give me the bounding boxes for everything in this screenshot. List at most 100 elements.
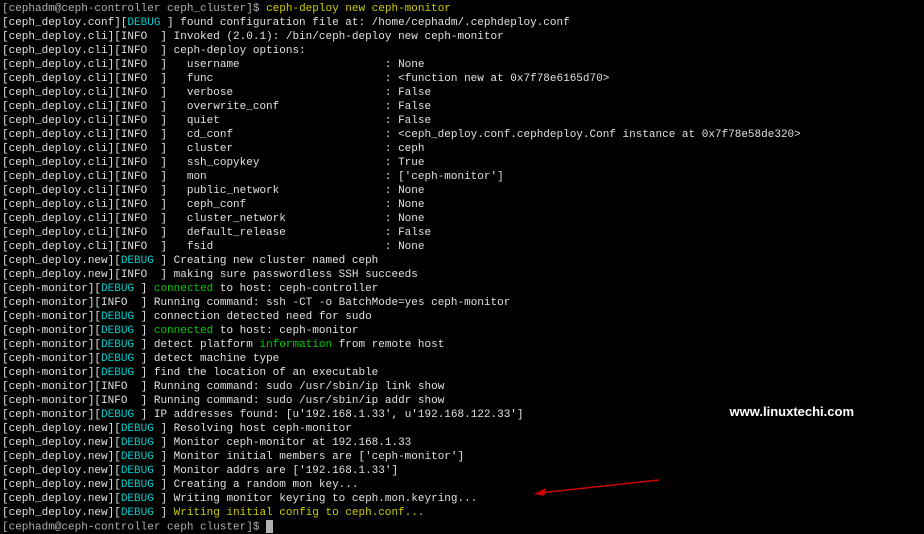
shell-prompt: [cephadm@ceph-controller ceph cluster]$ <box>2 521 259 533</box>
log-prefix: [ceph_deploy.cli][ <box>2 199 121 211</box>
log-level: INFO <box>101 395 127 407</box>
log-message: ] Running command: ssh -CT -o BatchMode=… <box>127 297 510 309</box>
log-message: from remote host <box>332 339 444 351</box>
log-prefix: [ceph-monitor][ <box>2 409 101 421</box>
log-level: DEBUG <box>101 311 134 323</box>
watermark-text: www.linuxtechi.com <box>730 405 854 419</box>
log-message: ] found configuration file at: /home/cep… <box>160 17 569 29</box>
log-line: [ceph-monitor][DEBUG ] find the location… <box>2 366 922 380</box>
log-line: [ceph_deploy.cli][INFO ] cd_conf : <ceph… <box>2 128 922 142</box>
log-message: ] IP addresses found: [u'192.168.1.33', … <box>134 409 523 421</box>
log-level: INFO <box>101 381 127 393</box>
log-message: ] quiet : False <box>147 115 431 127</box>
log-line: [ceph_deploy.cli][INFO ] ssh_copykey : T… <box>2 156 922 170</box>
log-message: ] mon : ['ceph-monitor'] <box>147 171 503 183</box>
shell-prompt: [cephadm@ceph-controller ceph_cluster]$ <box>2 3 259 15</box>
log-level: DEBUG <box>101 409 134 421</box>
log-level: INFO <box>121 227 147 239</box>
log-level: INFO <box>121 241 147 253</box>
log-line: [ceph_deploy.new][DEBUG ] Writing monito… <box>2 492 922 506</box>
log-line: [ceph_deploy.cli][INFO ] fsid : None <box>2 240 922 254</box>
log-line: [ceph_deploy.new][DEBUG ] Monitor initia… <box>2 450 922 464</box>
log-level: INFO <box>101 297 127 309</box>
log-prefix: [ceph_deploy.cli][ <box>2 171 121 183</box>
log-level: INFO <box>121 199 147 211</box>
log-line: [ceph_deploy.new][DEBUG ] Creating new c… <box>2 254 922 268</box>
log-line: [ceph_deploy.cli][INFO ] cluster : ceph <box>2 142 922 156</box>
log-prefix: [ceph_deploy.new][ <box>2 423 121 435</box>
log-message: ] Monitor initial members are ['ceph-mon… <box>154 451 464 463</box>
log-message: ] cluster_network : None <box>147 213 424 225</box>
log-line: [ceph_deploy.conf][DEBUG ] found configu… <box>2 16 922 30</box>
log-line: [ceph-monitor][DEBUG ] connected to host… <box>2 324 922 338</box>
log-level: INFO <box>121 157 147 169</box>
prompt-line-2[interactable]: [cephadm@ceph-controller ceph cluster]$ <box>2 520 922 534</box>
log-message: ] Creating a random mon key... <box>154 479 359 491</box>
log-prefix: [ceph-monitor][ <box>2 381 101 393</box>
log-prefix: [ceph_deploy.new][ <box>2 269 121 281</box>
log-message: ] Monitor addrs are ['192.168.1.33'] <box>154 465 398 477</box>
log-level: DEBUG <box>121 437 154 449</box>
log-level: DEBUG <box>101 367 134 379</box>
log-prefix: [ceph_deploy.cli][ <box>2 143 121 155</box>
log-message: ] making sure passwordless SSH succeeds <box>147 269 418 281</box>
log-prefix: [ceph-monitor][ <box>2 353 101 365</box>
log-level: DEBUG <box>121 479 154 491</box>
log-level: DEBUG <box>121 507 154 519</box>
log-message: ] Running command: sudo /usr/sbin/ip lin… <box>127 381 444 393</box>
log-message: to host: ceph-controller <box>213 283 378 295</box>
log-message: ] overwrite_conf : False <box>147 101 431 113</box>
log-prefix: [ceph_deploy.cli][ <box>2 157 121 169</box>
log-line: [ceph_deploy.cli][INFO ] public_network … <box>2 184 922 198</box>
log-message: ] ssh_copykey : True <box>147 157 424 169</box>
log-prefix: [ceph_deploy.new][ <box>2 451 121 463</box>
log-level: INFO <box>121 143 147 155</box>
log-line: [ceph_deploy.cli][INFO ] default_release… <box>2 226 922 240</box>
log-level: DEBUG <box>121 465 154 477</box>
log-line: [ceph-monitor][DEBUG ] detect machine ty… <box>2 352 922 366</box>
log-level: DEBUG <box>101 353 134 365</box>
log-line: [ceph-monitor][DEBUG ] connected to host… <box>2 282 922 296</box>
log-prefix: [ceph_deploy.conf][ <box>2 17 127 29</box>
log-line: [ceph_deploy.cli][INFO ] ceph_conf : Non… <box>2 198 922 212</box>
log-message: ] public_network : None <box>147 185 424 197</box>
log-line: [ceph_deploy.new][DEBUG ] Creating a ran… <box>2 478 922 492</box>
log-message: ] connection detected need for sudo <box>134 311 372 323</box>
log-message: ] Running command: sudo /usr/sbin/ip add… <box>127 395 444 407</box>
log-message: ] cluster : ceph <box>147 143 424 155</box>
log-level: INFO <box>121 87 147 99</box>
log-message: ] username : None <box>147 59 424 71</box>
log-level: INFO <box>121 129 147 141</box>
log-prefix: [ceph_deploy.cli][ <box>2 101 121 113</box>
log-message: ] fsid : None <box>147 241 424 253</box>
log-message: ] verbose : False <box>147 87 431 99</box>
arrow-annotation <box>534 478 664 498</box>
log-line: [ceph_deploy.cli][INFO ] username : None <box>2 58 922 72</box>
log-line: [ceph-monitor][INFO ] Running command: s… <box>2 296 922 310</box>
log-level: INFO <box>121 101 147 113</box>
log-level: INFO <box>121 269 147 281</box>
log-prefix: [ceph_deploy.cli][ <box>2 115 121 127</box>
log-prefix: [ceph_deploy.cli][ <box>2 185 121 197</box>
log-line: [ceph_deploy.cli][INFO ] cluster_network… <box>2 212 922 226</box>
cursor <box>266 520 273 533</box>
log-message: ] find the location of an executable <box>134 367 378 379</box>
log-level: DEBUG <box>101 325 134 337</box>
log-line: [ceph_deploy.new][DEBUG ] Resolving host… <box>2 422 922 436</box>
log-line: [ceph-monitor][DEBUG ] connection detect… <box>2 310 922 324</box>
log-line: [ceph_deploy.cli][INFO ] mon : ['ceph-mo… <box>2 170 922 184</box>
log-message: ] detect machine type <box>134 353 279 365</box>
log-level: DEBUG <box>101 339 134 351</box>
log-prefix: [ceph_deploy.new][ <box>2 255 121 267</box>
log-line: [ceph-monitor][INFO ] Running command: s… <box>2 380 922 394</box>
terminal-output: [cephadm@ceph-controller ceph_cluster]$ … <box>2 2 922 534</box>
prompt-line-1[interactable]: [cephadm@ceph-controller ceph_cluster]$ … <box>2 2 922 16</box>
log-message: to host: ceph-monitor <box>213 325 358 337</box>
log-prefix: [ceph-monitor][ <box>2 297 101 309</box>
log-message: ] default_release : False <box>147 227 431 239</box>
log-level: DEBUG <box>121 255 154 267</box>
log-prefix: [ceph_deploy.new][ <box>2 465 121 477</box>
log-keyword: connected <box>154 325 213 337</box>
output-lines-container: [ceph_deploy.conf][ DEBUG ] found configu… <box>2 16 922 520</box>
log-line: [ceph_deploy.cli][INFO ] overwrite_conf … <box>2 100 922 114</box>
